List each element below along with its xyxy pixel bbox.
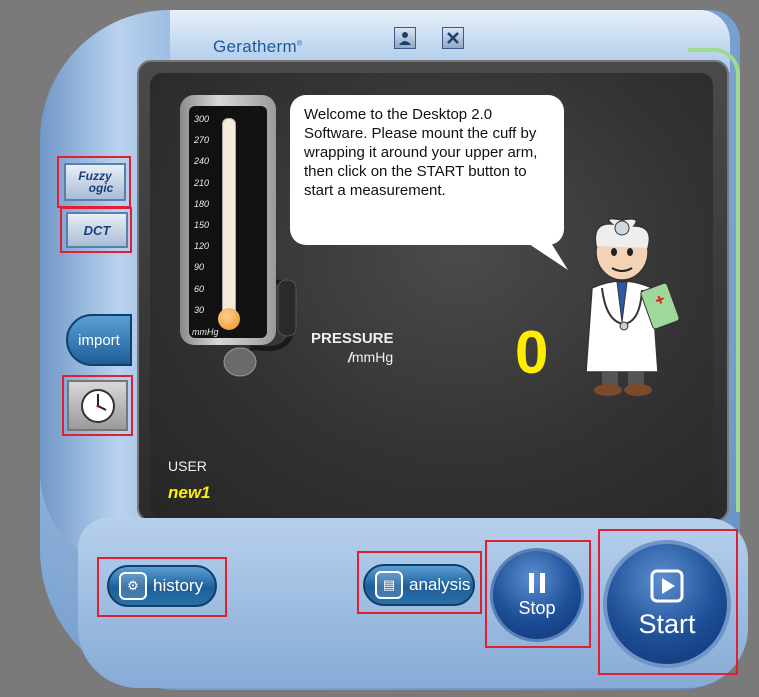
- gauge-tick-label: 180: [194, 198, 210, 209]
- dct-label: DCT: [83, 222, 111, 238]
- start-button[interactable]: Start: [603, 540, 731, 668]
- gauge-tick-label: 300: [194, 114, 210, 124]
- start-label: Start: [638, 608, 696, 639]
- history-button[interactable]: ⚙ history: [107, 565, 217, 607]
- brand-logo: Geratherm®: [213, 37, 302, 57]
- gauge-tick-label: 150: [194, 220, 210, 230]
- gauge-tick-label: 60: [194, 283, 205, 294]
- cuff-hose-icon: [223, 279, 297, 377]
- analysis-button[interactable]: ▤ analysis: [363, 564, 475, 606]
- pressure-unit-text: mmHg: [351, 349, 394, 365]
- pressure-unit: /mmHg: [348, 349, 393, 365]
- gauge-tick-label: 30: [194, 304, 205, 315]
- gauge-tick-label: 120: [194, 241, 210, 252]
- fuzzy-logic-button[interactable]: Fuzzy ogic: [64, 163, 126, 201]
- pressure-value: 0: [515, 319, 549, 386]
- import-button[interactable]: import: [66, 314, 132, 366]
- user-label: USER: [168, 458, 207, 474]
- pause-icon: [529, 572, 545, 593]
- brand-mark: ®: [296, 40, 303, 48]
- clock-button[interactable]: [67, 380, 128, 431]
- close-icon: [447, 32, 459, 44]
- gauge-tick-label: 210: [194, 177, 210, 188]
- user-name: new1: [168, 483, 211, 502]
- gauge-tick-label: 90: [194, 262, 205, 273]
- brand-name: Geratherm: [213, 37, 297, 56]
- analysis-label: analysis: [409, 575, 471, 594]
- close-window-button[interactable]: [442, 27, 464, 49]
- history-icon: ⚙: [119, 572, 147, 600]
- history-label: history: [153, 576, 204, 595]
- person-icon: [399, 32, 411, 45]
- stop-button[interactable]: Stop: [490, 548, 584, 642]
- fuzzy-logic-line2: ogic: [88, 181, 114, 195]
- doctor-icon: [585, 217, 680, 396]
- stop-label: Stop: [518, 597, 556, 618]
- clock-icon: [80, 388, 115, 423]
- dct-button[interactable]: DCT: [66, 212, 128, 248]
- user-window-button[interactable]: [394, 27, 416, 49]
- instruction-text: Welcome to the Desktop 2.0 Software. Ple…: [304, 106, 538, 199]
- play-icon: [650, 569, 684, 602]
- scale-unit-label: mmHg: [192, 327, 219, 337]
- pressure-label: PRESSURE: [311, 330, 394, 347]
- analysis-icon: ▤: [375, 571, 403, 599]
- gauge-tick-label: 240: [194, 156, 210, 167]
- import-label: import: [78, 331, 120, 349]
- gauge-tick-label: 270: [194, 135, 210, 146]
- instruction-bubble: Welcome to the Desktop 2.0 Software. Ple…: [290, 95, 564, 245]
